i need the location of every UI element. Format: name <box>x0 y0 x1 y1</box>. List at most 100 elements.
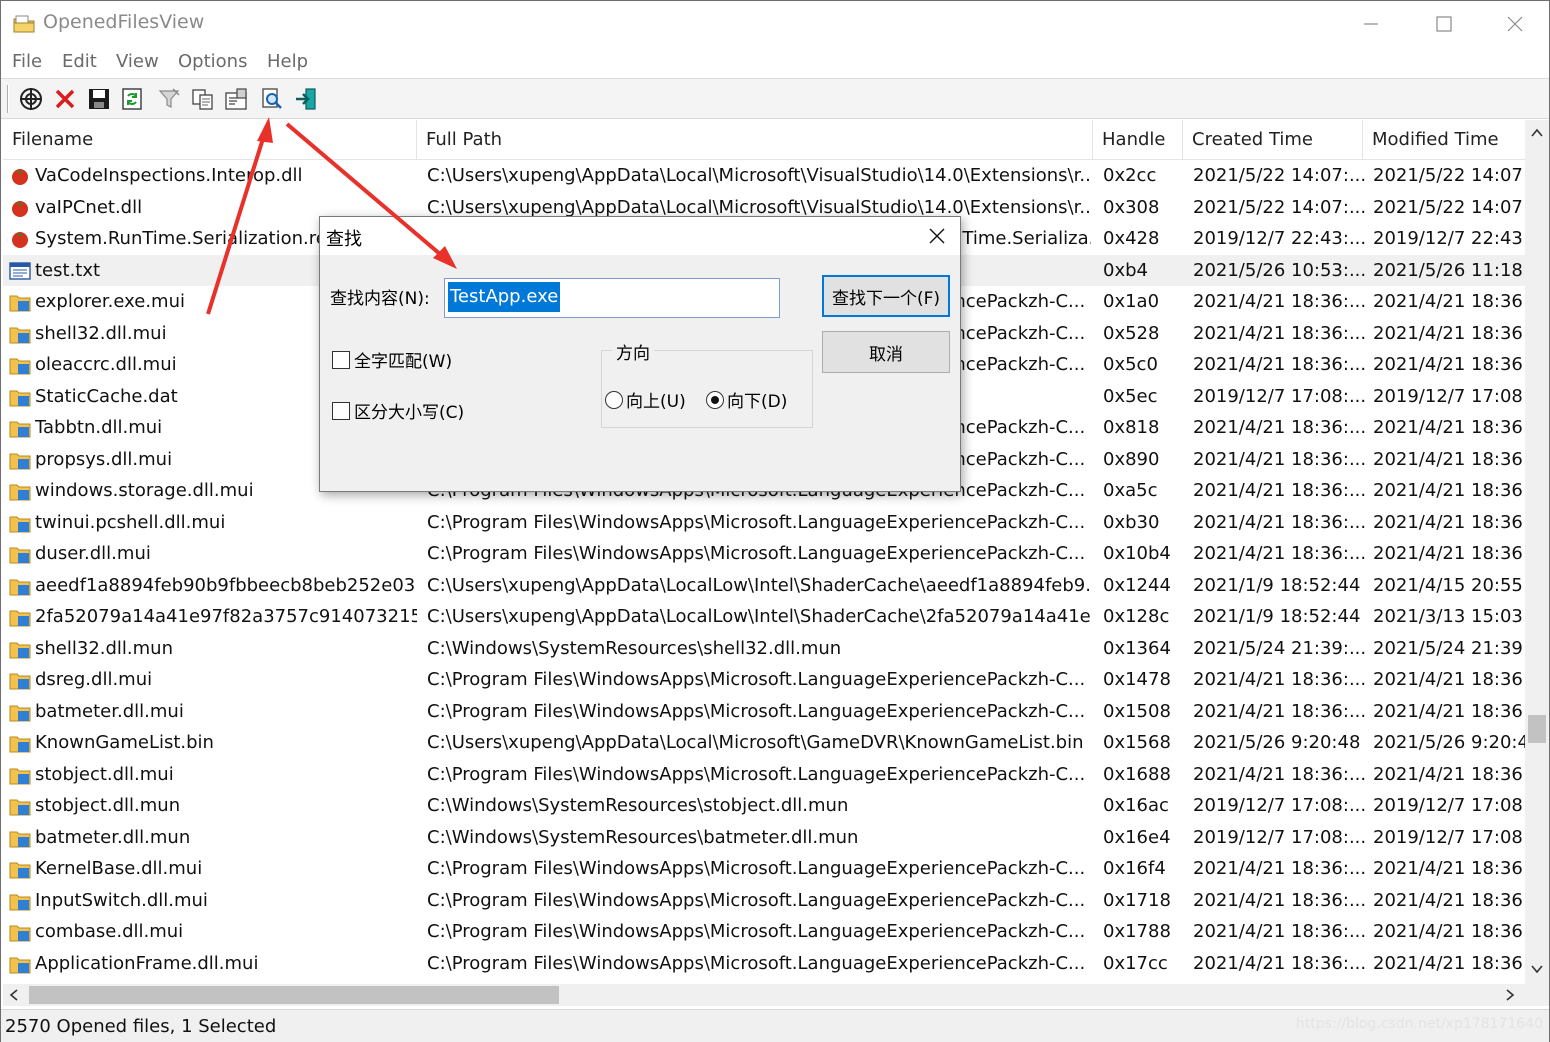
table-row[interactable]: VaCodeInspections.Interop.dll C:\Users\xu… <box>3 160 1527 192</box>
direction-up-label: 向上(U) <box>626 392 686 412</box>
created-time-cell: 2021/4/21 18:36:... <box>1193 700 1367 722</box>
delete-button[interactable] <box>51 85 79 113</box>
find-what-label: 查找内容(N): <box>330 289 430 309</box>
table-row[interactable]: combase.dll.mui C:\Program Files\WindowsA… <box>3 916 1527 948</box>
column-header-filename[interactable]: Filename <box>3 120 417 160</box>
table-row[interactable]: dsreg.dll.mui C:\Program Files\WindowsApp… <box>3 664 1527 696</box>
menu-view[interactable]: View <box>116 51 159 72</box>
created-time-cell: 2021/4/21 18:36:... <box>1193 669 1367 690</box>
folder-file-icon <box>9 957 31 973</box>
properties-button[interactable] <box>222 85 250 113</box>
column-header-created-time[interactable]: Created Time <box>1183 120 1363 160</box>
match-case-checkbox[interactable]: 区分大小写(C) <box>332 398 464 423</box>
modified-time-cell: 2021/4/21 18:36:. <box>1373 480 1525 501</box>
filename-cell: KernelBase.dll.mui <box>35 858 203 879</box>
table-row[interactable]: batmeter.dll.mun C:\Windows\SystemResourc… <box>3 822 1527 854</box>
vertical-scroll-thumb[interactable] <box>1528 715 1546 743</box>
scroll-left-icon[interactable] <box>9 989 19 1001</box>
modified-time-cell: 2021/4/21 18:36:. <box>1373 511 1525 533</box>
folder-file-icon <box>9 894 31 910</box>
created-time-cell: 2021/4/21 18:36:... <box>1193 322 1367 344</box>
scroll-up-icon[interactable] <box>1531 128 1543 138</box>
handle-cell: 0x818 <box>1103 417 1160 438</box>
close-button[interactable] <box>1479 1 1550 47</box>
table-row[interactable]: shell32.dll.mun C:\Windows\SystemResource… <box>3 633 1527 665</box>
save-button[interactable] <box>85 85 113 113</box>
table-row[interactable]: stobject.dll.mui C:\Program Files\Windows… <box>3 759 1527 791</box>
scroll-right-icon[interactable] <box>1505 989 1515 1001</box>
find-next-button[interactable]: 查找下一个(F) <box>822 275 950 317</box>
radio-circle-checked <box>706 390 724 409</box>
modified-time-cell: 2021/4/21 18:36:. <box>1373 763 1525 785</box>
filename-cell: dsreg.dll.mui <box>35 669 153 690</box>
folder-file-icon <box>9 705 31 721</box>
maximize-button[interactable] <box>1408 1 1480 47</box>
dialog-title-bar[interactable]: 查找 <box>320 217 960 255</box>
refresh-button[interactable] <box>118 85 146 113</box>
find-what-input[interactable]: TestApp.exe <box>444 278 780 318</box>
window-title: OpenedFilesView <box>43 11 205 33</box>
whole-word-label: 全字匹配(W) <box>354 352 453 372</box>
table-row[interactable]: InputSwitch.dll.mui C:\Program Files\Wind… <box>3 885 1527 917</box>
table-row[interactable]: stobject.dll.mun C:\Windows\SystemResourc… <box>3 790 1527 822</box>
find-button[interactable] <box>258 85 286 113</box>
list-header: Filename Full Path Handle Created Time M… <box>3 120 1527 160</box>
filter-button[interactable] <box>155 85 183 113</box>
table-row[interactable]: twinui.pcshell.dll.mui C:\Program Files\W… <box>3 507 1527 539</box>
table-row[interactable]: batmeter.dll.mui C:\Program Files\Windows… <box>3 696 1527 728</box>
handle-cell: 0x17cc <box>1103 952 1168 974</box>
handle-cell: 0x428 <box>1103 228 1160 249</box>
column-header-full-path[interactable]: Full Path <box>417 120 1093 160</box>
created-time-cell: 2021/4/21 18:36:... <box>1193 952 1367 974</box>
horizontal-scrollbar[interactable] <box>3 984 1525 1006</box>
dialog-close-button[interactable] <box>922 221 952 251</box>
delete-icon <box>55 89 75 109</box>
table-row[interactable]: KnownGameList.bin C:\Users\xupeng\AppData… <box>3 727 1527 759</box>
handle-cell: 0x890 <box>1103 448 1160 470</box>
app-icon <box>13 15 35 33</box>
minimize-button[interactable] <box>1335 1 1407 47</box>
created-time-cell: 2021/5/22 14:07:... <box>1193 165 1367 186</box>
cancel-button[interactable]: 取消 <box>822 331 950 373</box>
table-row[interactable]: KernelBase.dll.mui C:\Program Files\Windo… <box>3 853 1527 885</box>
status-text: 2570 Opened files, 1 Selected <box>5 1016 277 1037</box>
handle-cell: 0x128c <box>1103 606 1170 627</box>
folder-file-icon <box>9 862 31 879</box>
created-time-cell: 2021/4/21 18:36:... <box>1193 480 1367 501</box>
filename-cell: aeedf1a8894feb90b9fbbeecb8beb252e03... <box>35 574 417 596</box>
full-path-cell: C:\Program Files\WindowsApps\Microsoft.L… <box>427 700 1086 722</box>
scroll-down-icon[interactable] <box>1531 964 1543 974</box>
copy-button[interactable] <box>189 85 217 113</box>
table-row[interactable]: ApplicationFrame.dll.mui C:\Program Files… <box>3 948 1527 980</box>
vertical-scrollbar[interactable] <box>1525 120 1549 984</box>
exit-button[interactable] <box>292 85 320 113</box>
full-path-cell: C:\Program Files\WindowsApps\Microsoft.L… <box>427 952 1086 974</box>
text-file-icon <box>9 261 31 280</box>
created-time-cell: 2021/1/9 18:52:44 <box>1193 606 1361 627</box>
menu-file[interactable]: File <box>12 51 42 72</box>
table-row[interactable]: duser.dll.mui C:\Program Files\WindowsApp… <box>3 538 1527 570</box>
menu-help[interactable]: Help <box>267 51 308 72</box>
menu-edit[interactable]: Edit <box>62 51 97 72</box>
folder-file-icon <box>9 421 31 438</box>
title-bar[interactable]: OpenedFilesView <box>1 1 1549 47</box>
target-button[interactable] <box>17 85 45 113</box>
horizontal-scroll-thumb[interactable] <box>29 986 559 1004</box>
folder-file-icon <box>9 610 31 627</box>
tomato-icon <box>12 169 28 185</box>
whole-word-checkbox[interactable]: 全字匹配(W) <box>332 347 452 372</box>
column-header-handle[interactable]: Handle <box>1093 120 1183 160</box>
created-time-cell: 2021/4/21 18:36:... <box>1193 763 1367 785</box>
column-header-modified-time[interactable]: Modified Time <box>1363 120 1527 160</box>
direction-down-radio[interactable]: 向下(D) <box>706 387 787 412</box>
direction-up-radio[interactable]: 向上(U) <box>605 387 686 412</box>
table-row[interactable]: aeedf1a8894feb90b9fbbeecb8beb252e03... C:… <box>3 570 1527 602</box>
toolbar-grip <box>7 85 9 113</box>
table-row[interactable]: 2fa52079a14a41e97f82a3757c914073215... C:… <box>3 601 1527 633</box>
folder-file-icon <box>9 799 31 816</box>
menu-options[interactable]: Options <box>178 51 247 72</box>
find-what-value: TestApp.exe <box>448 282 561 312</box>
toolbar <box>1 79 1549 119</box>
full-path-cell: C:\Windows\SystemResources\batmeter.dll.… <box>427 826 859 848</box>
created-time-cell: 2019/12/7 17:08:... <box>1193 826 1367 848</box>
